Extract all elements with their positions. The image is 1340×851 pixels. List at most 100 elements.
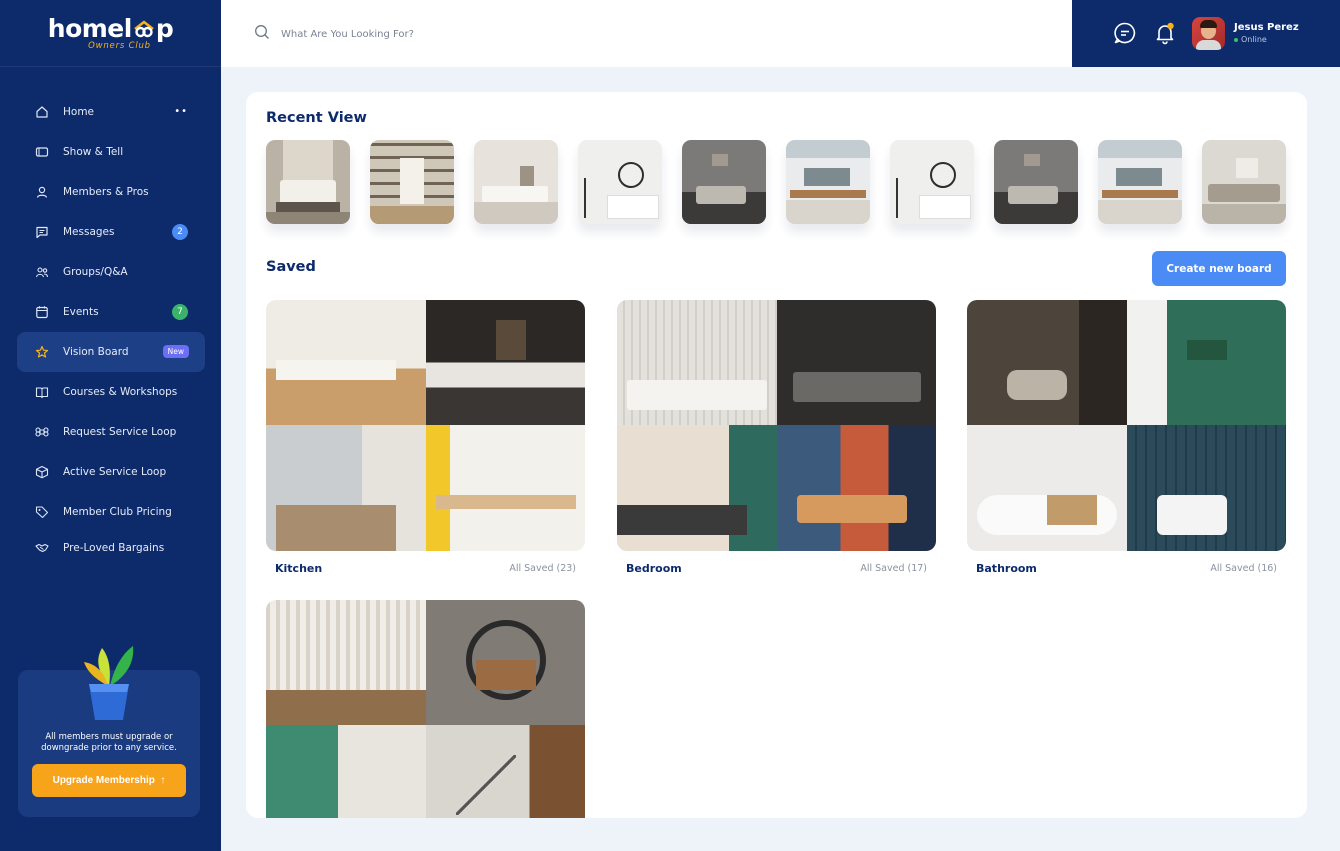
board-image (617, 300, 777, 425)
board-image (426, 300, 585, 425)
board-image (777, 425, 936, 551)
sidebar-item-vision-board[interactable]: Vision Board New (17, 332, 205, 372)
board-image (1127, 425, 1286, 551)
board-name: Kitchen (275, 562, 323, 575)
recent-thumb-library[interactable] (370, 140, 454, 224)
recent-view-list (266, 140, 1286, 224)
board-image (426, 725, 585, 818)
recent-thumb-mirror-room-2[interactable] (890, 140, 974, 224)
sidebar-item-label: Groups/Q&A (63, 266, 128, 278)
board-image (967, 300, 1127, 425)
board-image (1127, 300, 1286, 425)
recent-thumb-lounge[interactable] (1202, 140, 1286, 224)
book-icon (35, 385, 49, 399)
tv-icon (35, 145, 49, 159)
sidebar: homel p Owners Club Home •• Show & Tell M… (0, 0, 221, 851)
saved-title: Saved (266, 259, 316, 275)
recent-thumb-living-room[interactable] (474, 140, 558, 224)
user-status-text: Online (1241, 35, 1267, 44)
sidebar-item-members-pros[interactable]: Members & Pros (17, 172, 205, 212)
board-bathroom[interactable]: Bathroom All Saved (16) (967, 300, 1286, 575)
board-image-grid (266, 300, 585, 551)
avatar[interactable] (1192, 17, 1225, 50)
recent-thumb-dark-bedroom[interactable] (682, 140, 766, 224)
sidebar-item-label: Member Club Pricing (63, 506, 172, 518)
arrow-up-icon: ↑ (160, 775, 166, 786)
sidebar-item-label: Pre-Loved Bargains (63, 542, 165, 554)
recent-thumb-dark-bedroom-2[interactable] (994, 140, 1078, 224)
create-new-board-button[interactable]: Create new board (1152, 251, 1286, 286)
sidebar-item-request-service-loop[interactable]: Request Service Loop (17, 412, 205, 452)
top-bar (221, 0, 1072, 67)
sidebar-item-groups-qa[interactable]: Groups/Q&A (17, 252, 205, 292)
command-icon (35, 425, 49, 439)
more-dots-icon[interactable]: •• (174, 106, 188, 117)
user-bar: Jesus Perez Online (1072, 0, 1340, 67)
sidebar-item-pre-loved-bargains[interactable]: Pre-Loved Bargains (17, 532, 205, 564)
logo[interactable]: homel p Owners Club (0, 0, 221, 67)
recent-thumb-office[interactable] (786, 140, 870, 224)
new-badge: New (162, 345, 189, 358)
board-image (266, 600, 426, 725)
tag-icon (35, 505, 49, 519)
user-name[interactable]: Jesus Perez (1234, 22, 1299, 33)
board-count: All Saved (23) (509, 563, 576, 574)
box-icon (35, 465, 49, 479)
sidebar-item-label: Vision Board (63, 346, 129, 358)
sidebar-nav: Home •• Show & Tell Members & Pros Messa… (17, 92, 205, 564)
sidebar-item-member-club-pricing[interactable]: Member Club Pricing (17, 492, 205, 532)
search-icon (254, 24, 270, 44)
board-image-grid (967, 300, 1286, 551)
board-image (777, 300, 936, 425)
chat-icon[interactable] (1113, 21, 1137, 49)
promo-text: All members must upgrade or downgrade pr… (41, 732, 177, 753)
upgrade-membership-button[interactable]: Upgrade Membership ↑ (32, 764, 186, 797)
home-icon (35, 105, 49, 119)
board-count: All Saved (17) (860, 563, 927, 574)
handshake-icon (35, 541, 49, 555)
board-image-grid (266, 600, 585, 818)
logo-text-right: p (155, 13, 174, 43)
board-image-grid (617, 300, 936, 551)
house-logo-icon (133, 20, 155, 38)
sidebar-item-courses-workshops[interactable]: Courses & Workshops (17, 372, 205, 412)
recent-thumb-mirror-room[interactable] (578, 140, 662, 224)
sidebar-item-label: Show & Tell (63, 146, 124, 158)
search-bar[interactable] (254, 24, 581, 44)
sidebar-item-home[interactable]: Home •• (17, 92, 205, 132)
calendar-icon (35, 305, 49, 319)
sidebar-item-label: Active Service Loop (63, 466, 167, 478)
sidebar-item-label: Messages (63, 226, 115, 238)
board-image (617, 425, 777, 551)
notification-bell-icon[interactable] (1153, 21, 1177, 49)
board-image (426, 600, 585, 725)
board-name: Bathroom (976, 562, 1037, 575)
recent-thumb-office-2[interactable] (1098, 140, 1182, 224)
board-image (426, 425, 585, 551)
board-bedroom[interactable]: Bedroom All Saved (17) (617, 300, 936, 575)
sidebar-item-events[interactable]: Events 7 (17, 292, 205, 332)
sidebar-item-label: Events (63, 306, 99, 318)
recent-view-title: Recent View (266, 110, 367, 126)
message-icon (35, 225, 49, 239)
board-stairs[interactable] (266, 600, 585, 818)
vision-board-card: Recent View Saved Create new board Kitch… (246, 92, 1307, 818)
search-input[interactable] (281, 28, 581, 40)
sidebar-item-show-tell[interactable]: Show & Tell (17, 132, 205, 172)
board-image (266, 725, 426, 818)
sidebar-item-label: Home (63, 106, 95, 118)
user-status: Online (1234, 35, 1267, 44)
sidebar-item-label: Courses & Workshops (63, 386, 178, 398)
recent-thumb-bedroom[interactable] (266, 140, 350, 224)
board-name: Bedroom (626, 562, 682, 575)
sidebar-item-label: Request Service Loop (63, 426, 177, 438)
board-image (266, 300, 426, 425)
online-dot-icon (1234, 37, 1238, 42)
board-count: All Saved (16) (1210, 563, 1277, 574)
sidebar-item-messages[interactable]: Messages 2 (17, 212, 205, 252)
sidebar-item-label: Members & Pros (63, 186, 149, 198)
logo-text-left: homel (47, 13, 133, 43)
board-kitchen[interactable]: Kitchen All Saved (23) (266, 300, 585, 575)
upgrade-promo-card: All members must upgrade or downgrade pr… (18, 646, 200, 817)
sidebar-item-active-service-loop[interactable]: Active Service Loop (17, 452, 205, 492)
